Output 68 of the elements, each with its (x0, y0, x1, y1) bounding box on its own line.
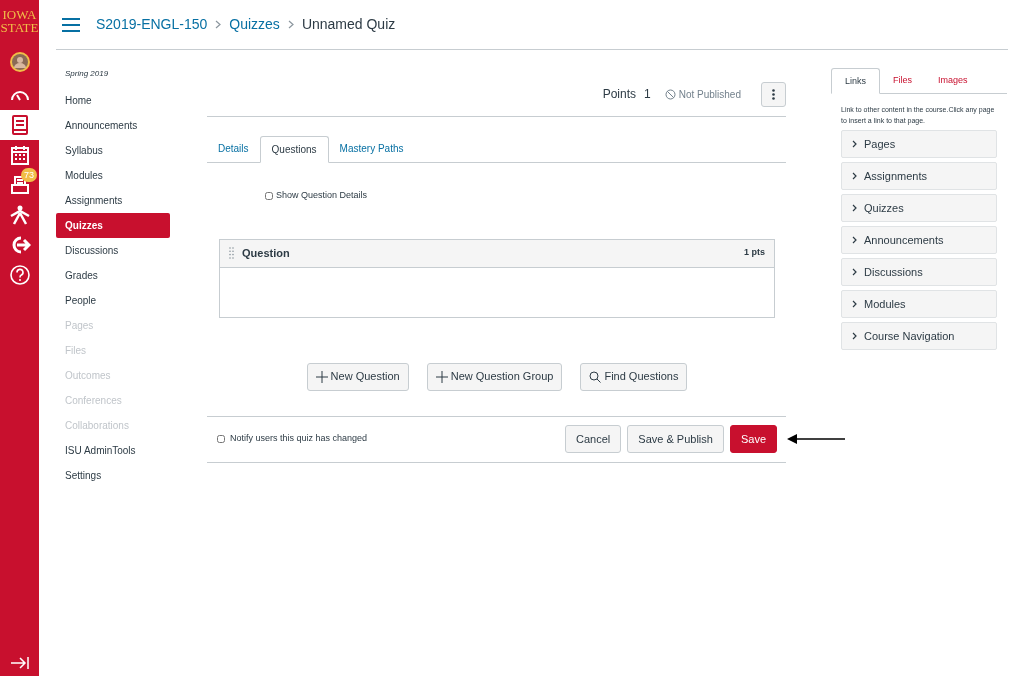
term-label: Spring 2019 (64, 68, 110, 80)
action-button[interactable]: New Question Group (426, 362, 563, 391)
points-label: Points (602, 86, 637, 103)
avatar[interactable] (8, 51, 31, 73)
figure-icon[interactable] (8, 204, 31, 226)
publish-status: Not Published (664, 86, 741, 102)
logo: IOWA STATE (0, 8, 39, 34)
checkbox[interactable] (265, 191, 273, 200)
kebab-icon (772, 88, 775, 100)
course-nav-link[interactable]: People (56, 288, 170, 313)
course-nav-link[interactable]: Syllabus (56, 138, 170, 163)
course-nav-link[interactable]: Discussions (56, 238, 170, 263)
accordion-header[interactable]: Discussions (841, 258, 997, 286)
annotation-arrow (787, 434, 845, 444)
chevron-icon (852, 268, 857, 276)
checkbox-label: Show Question Details (276, 189, 368, 202)
chevron-icon (852, 172, 857, 180)
points-value: 1 (644, 86, 651, 103)
accordion-header[interactable]: Quizzes (841, 194, 997, 222)
chevron-icon (852, 332, 857, 340)
course-nav-link[interactable]: Home (56, 88, 170, 113)
course-nav-link[interactable]: Assignments (56, 188, 170, 213)
footer-button[interactable]: Save (729, 425, 777, 453)
tab[interactable]: Details (207, 136, 260, 162)
tab[interactable]: Images (925, 68, 981, 93)
course-nav-link[interactable]: Modules (56, 163, 170, 188)
tab[interactable]: Links (831, 68, 880, 94)
help-icon[interactable] (8, 264, 31, 286)
course-nav-link[interactable]: Grades (56, 263, 170, 288)
chevron-icon (287, 20, 294, 29)
search-icon (589, 370, 602, 383)
chevron-icon (852, 140, 857, 148)
chevron-icon (852, 236, 857, 244)
plus-icon (315, 370, 328, 383)
checkbox[interactable] (217, 435, 225, 443)
footer-button[interactable]: Cancel (565, 425, 622, 453)
course-nav-link[interactable]: Announcements (56, 113, 170, 138)
course-nav-link[interactable]: Quizzes (56, 213, 170, 238)
action-button[interactable]: New Question (306, 362, 409, 391)
chevron-icon (852, 204, 857, 212)
menu-icon[interactable] (62, 17, 80, 32)
breadcrumb-link[interactable]: S2019-ENGL-150 (96, 14, 208, 35)
drag-handle-icon[interactable] (229, 247, 234, 259)
chevron-icon (215, 20, 222, 29)
current-page-title: Unnamed Quiz (301, 15, 396, 34)
tab[interactable]: Questions (259, 136, 329, 163)
breadcrumb-link[interactable]: Quizzes (229, 14, 280, 35)
accordion-header[interactable]: Announcements (841, 226, 997, 254)
footer-button[interactable]: Save & Publish (627, 425, 724, 453)
question-title: Question (242, 245, 291, 261)
unpublished-icon (664, 88, 676, 100)
more-options-button[interactable] (761, 81, 786, 107)
calendar-icon[interactable] (8, 144, 31, 166)
accordion-header[interactable]: Pages (841, 130, 997, 158)
question-points: 1 pts (744, 246, 765, 260)
unread-badge: 73 (21, 168, 37, 182)
tab[interactable]: Mastery Paths (328, 136, 415, 162)
plus-icon (435, 370, 448, 383)
accordion-header[interactable]: Modules (841, 290, 997, 318)
checkbox-label: Notify users this quiz has changed (230, 432, 368, 446)
collapse-icon[interactable] (9, 656, 30, 670)
accordion-header[interactable]: Course Navigation (841, 322, 997, 350)
course-nav-link[interactable]: Settings (56, 463, 170, 488)
action-button[interactable]: Find Questions (580, 362, 688, 391)
chevron-icon (852, 300, 857, 308)
accordion-header[interactable]: Assignments (841, 162, 997, 190)
tab[interactable]: Files (880, 68, 926, 93)
course-nav-link[interactable]: ISU AdminTools (56, 438, 170, 463)
